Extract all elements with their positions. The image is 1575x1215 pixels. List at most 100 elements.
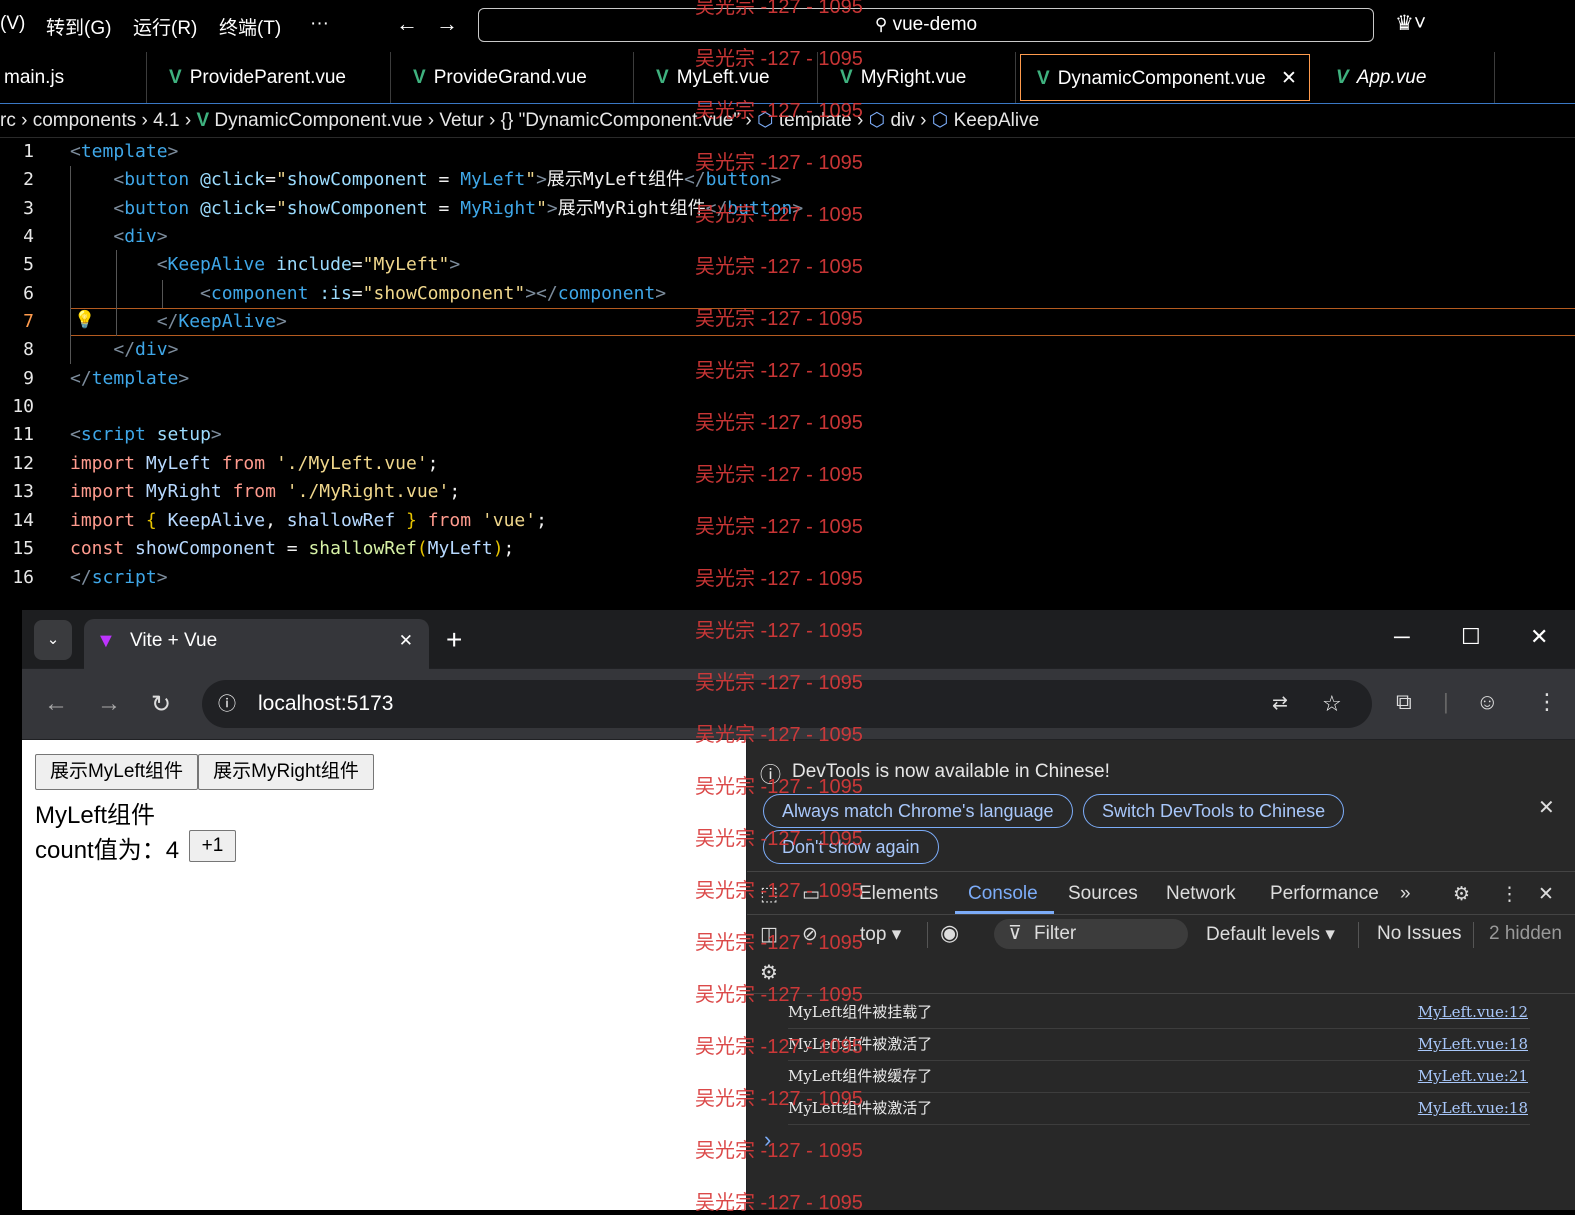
breadcrumb-item[interactable]: 4.1 [153,110,179,131]
watermark-text: 吴光宗 -127 - 1095 [695,100,863,122]
line-number: 8 [23,339,34,360]
search-icon: ⚲ [874,15,888,34]
console-log-row: MyLeft组件被激活了 MyLeft.vue:18 [788,1029,1530,1061]
copilot-icon[interactable]: ♛˅ [1395,11,1426,36]
watermark-text: 吴光宗 -127 - 1095 [695,308,863,330]
browser-tab[interactable]: ▼ Vite + Vue ✕ [84,619,429,669]
code-line: <component :is="showComponent"></compone… [200,283,667,304]
profile-icon[interactable]: ☺ [1476,689,1498,715]
line-number: 3 [23,198,34,219]
count-display: count值为：4 [35,830,179,865]
switch-to-chinese-button[interactable]: Switch DevTools to Chinese [1083,794,1345,828]
tab-dynamiccomponent[interactable]: V DynamicComponent.vue ✕ [1020,54,1310,101]
tab-provideparent[interactable]: V ProvideParent.vue [147,52,391,103]
watermark-text: 吴光宗 -127 - 1095 [695,464,863,486]
breadcrumb-item[interactable]: components [33,110,137,131]
tab-app-vue[interactable]: V App.vue [1314,52,1495,103]
console-log-row: MyLeft组件被缓存了 MyLeft.vue:21 [788,1061,1530,1093]
menu-view[interactable]: (V) [0,13,25,35]
count-label: count值为： [35,837,166,864]
maximize-button[interactable]: ☐ [1461,624,1481,650]
tab-network[interactable]: Network [1166,883,1236,905]
watermark-text: 吴光宗 -127 - 1095 [695,1192,863,1214]
breadcrumb-item[interactable]: div [891,110,915,131]
breadcrumb-item[interactable]: Vetur [439,110,483,131]
filter-icon: ⊽ [1008,923,1022,944]
watermark-text: 吴光宗 -127 - 1095 [695,932,863,954]
divider [1358,922,1359,948]
line-number: 9 [23,368,34,389]
star-icon[interactable]: ☆ [1322,680,1342,728]
tab-providegrand[interactable]: V ProvideGrand.vue [391,52,634,103]
arrow-right-icon[interactable]: → [436,11,458,37]
watermark-text: 吴光宗 -127 - 1095 [695,724,863,746]
menu-run[interactable]: 运行(R) [133,13,197,40]
menu-kebab-icon[interactable]: ⋮ [1536,689,1558,715]
issues-count[interactable]: No Issues [1377,923,1461,945]
translate-icon[interactable]: ⇄ [1272,680,1288,728]
toolbar-divider: | [1443,689,1449,714]
close-window-button[interactable]: ✕ [1530,624,1548,650]
code-line: </template> [70,368,190,389]
line-number: 11 [12,424,34,445]
tab-sources[interactable]: Sources [1068,883,1138,905]
breadcrumb-item[interactable]: DynamicComponent.vue [214,110,422,131]
divider [747,993,1575,994]
close-icon[interactable]: ✕ [1538,795,1555,820]
kebab-menu-icon[interactable]: ⋮ [1500,883,1519,906]
code-line: <button @click="showComponent = MyLeft">… [113,169,782,190]
show-myright-button[interactable]: 展示MyRight组件 [198,754,374,790]
breadcrumb-item[interactable]: rc [0,110,16,131]
source-link[interactable]: MyLeft.vue:18 [1418,1093,1528,1124]
context-selector[interactable]: top ▾ [860,923,901,946]
gear-icon[interactable]: ⚙ [1453,883,1470,906]
watermark-text: 吴光宗 -127 - 1095 [695,412,863,434]
minimize-button[interactable]: ─ [1394,624,1410,650]
menu-more[interactable]: ··· [310,13,329,35]
breadcrumb-item[interactable]: KeepAlive [954,110,1040,131]
close-icon[interactable]: ✕ [399,619,413,663]
watermark-text: 吴光宗 -127 - 1095 [695,204,863,226]
forward-icon[interactable]: → [97,690,121,718]
code-line: const showComponent = shallowRef(MyLeft)… [70,538,515,559]
tab-performance[interactable]: Performance [1270,883,1379,905]
source-link[interactable]: MyLeft.vue:18 [1418,1029,1528,1060]
vue-icon: V [169,67,182,88]
increment-button[interactable]: +1 [189,830,236,862]
close-icon[interactable]: ✕ [1281,68,1297,89]
source-link[interactable]: MyLeft.vue:12 [1418,997,1528,1028]
more-tabs-icon[interactable]: » [1400,883,1411,905]
chevron-down-icon[interactable]: ⌄ [34,620,72,660]
tab-elements[interactable]: Elements [859,883,938,905]
reload-icon[interactable]: ↻ [151,690,171,719]
source-link[interactable]: MyLeft.vue:21 [1418,1061,1528,1092]
menu-goto[interactable]: 转到(G) [46,13,111,40]
command-center-search[interactable]: ⚲ vue-demo [478,8,1374,42]
menu-terminal[interactable]: 终端(T) [219,13,281,40]
show-myleft-button[interactable]: 展示MyLeft组件 [35,754,198,790]
info-icon[interactable]: ⓘ [218,680,236,728]
console-log-row: MyLeft组件被挂载了 MyLeft.vue:12 [788,997,1530,1029]
line-number: 16 [12,567,34,588]
extensions-icon[interactable]: ⧉ [1396,689,1412,715]
code-line: </script> [70,567,168,588]
watermark-text: 吴光宗 -127 - 1095 [695,256,863,278]
eye-icon[interactable]: ◉ [940,920,959,946]
filter-input[interactable]: ⊽ Filter [994,919,1188,949]
hidden-count: 2 hidden [1489,923,1562,944]
arrow-left-icon[interactable]: ← [396,11,418,37]
back-icon[interactable]: ← [44,690,68,718]
code-line: </div> [113,339,179,360]
new-tab-button[interactable]: + [446,624,462,656]
close-devtools-icon[interactable]: ✕ [1538,883,1554,906]
log-levels-dropdown[interactable]: Default levels ▾ [1206,923,1335,946]
watermark-text: 吴光宗 -127 - 1095 [695,1036,863,1058]
tab-main-js[interactable]: main.js [0,52,147,103]
watermark-text: 吴光宗 -127 - 1095 [695,1140,863,1162]
line-number: 10 [12,396,34,417]
watermark-text: 吴光宗 -127 - 1095 [695,516,863,538]
watermark-text: 吴光宗 -127 - 1095 [695,672,863,694]
divider [747,914,1575,915]
tab-console[interactable]: Console [968,883,1038,905]
watermark-text: 吴光宗 -127 - 1095 [695,880,863,902]
